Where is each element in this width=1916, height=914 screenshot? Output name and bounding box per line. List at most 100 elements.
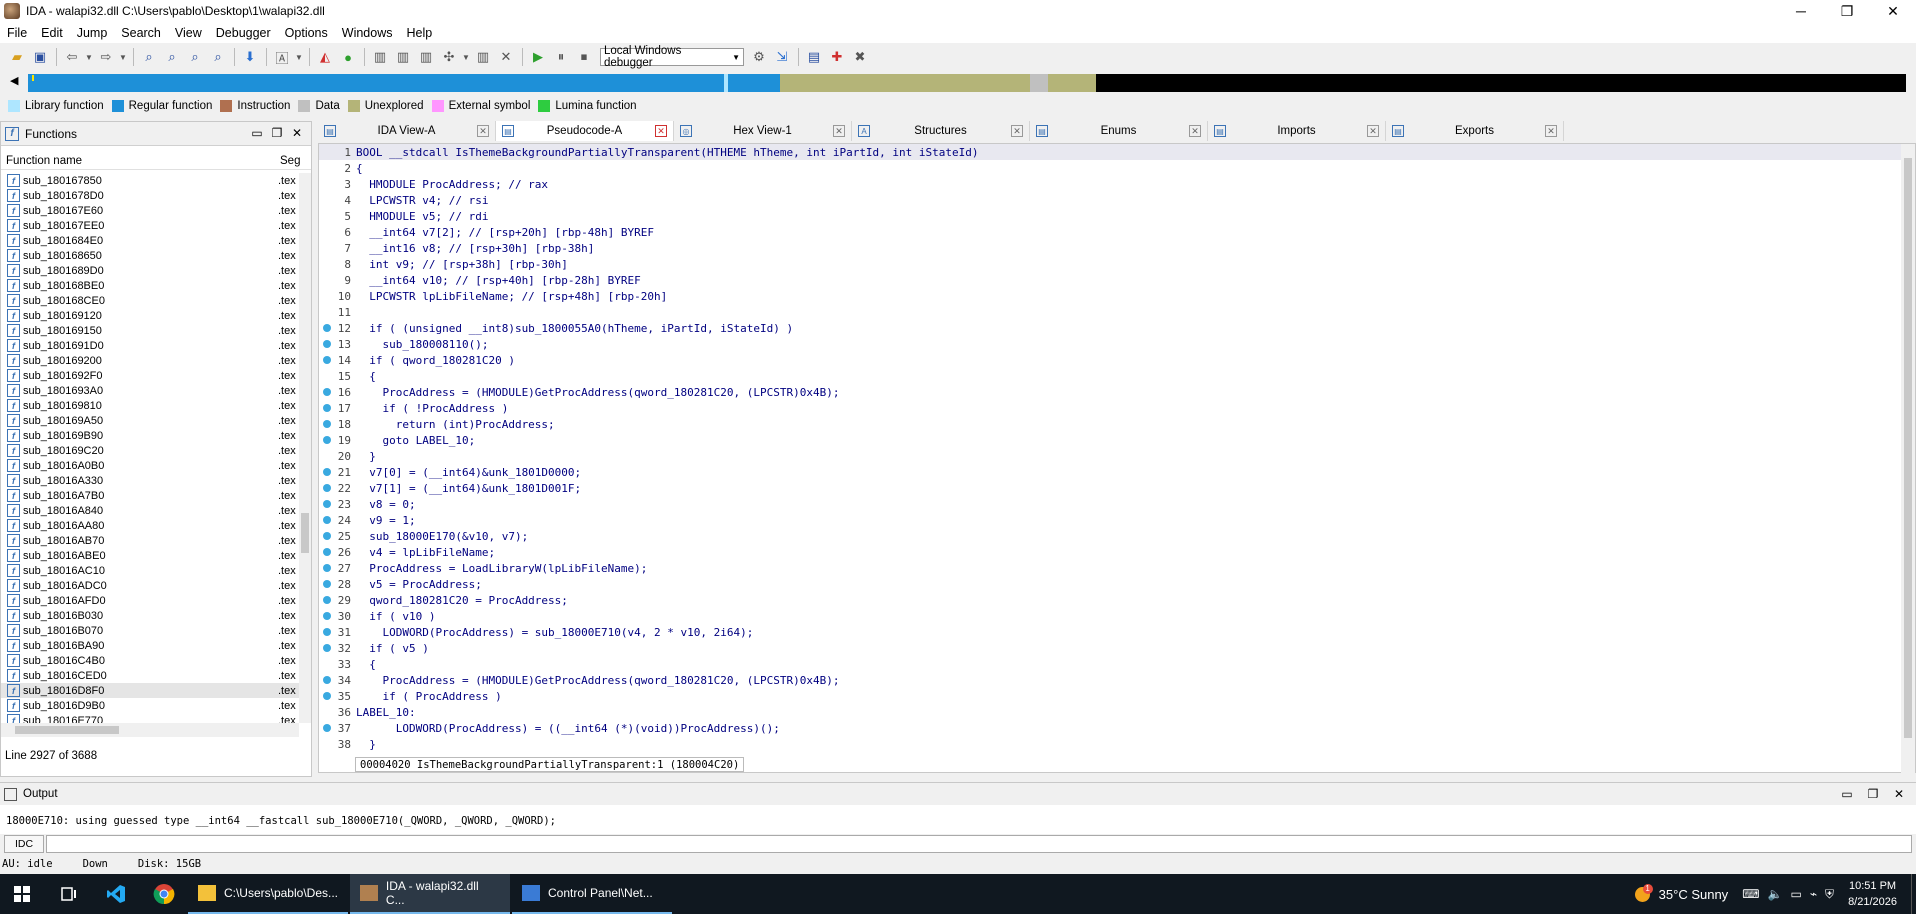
tab-imports[interactable]: ▤ Imports ✕: [1208, 121, 1386, 141]
menu-edit[interactable]: Edit: [34, 26, 70, 40]
breakpoint-dot-icon[interactable]: [319, 468, 335, 476]
search-text-icon[interactable]: ⌕: [161, 47, 183, 67]
function-row[interactable]: f sub_180169A50 .tex: [1, 413, 299, 428]
function-row[interactable]: f sub_18016AC10 .tex: [1, 563, 299, 578]
function-row[interactable]: f sub_180168CE0 .tex: [1, 293, 299, 308]
ime-icon[interactable]: ⌨: [1742, 887, 1759, 901]
function-row[interactable]: f sub_180167E60 .tex: [1, 203, 299, 218]
pseudocode-view[interactable]: 1 BOOL __stdcall IsThemeBackgroundPartial…: [319, 144, 1901, 758]
forward-arrow-icon[interactable]: ⇨: [95, 47, 117, 67]
segment-icon-1[interactable]: ▥: [369, 47, 391, 67]
jump-down-icon[interactable]: ⬇: [239, 47, 261, 67]
function-row[interactable]: f sub_18016AA80 .tex: [1, 518, 299, 533]
graph-icon[interactable]: ◭: [314, 47, 336, 67]
function-row[interactable]: f sub_1801691D0 .tex: [1, 338, 299, 353]
remove-breakpoint-icon[interactable]: ✖: [849, 47, 871, 67]
code-line[interactable]: 16 ProcAddress = (HMODULE)GetProcAddress…: [319, 384, 1901, 400]
tab-close-icon[interactable]: ✕: [477, 125, 489, 137]
tab-pseudocode-a[interactable]: ▤ Pseudocode-A ✕: [496, 121, 674, 141]
column-function-name[interactable]: Function name: [1, 155, 280, 167]
segment-icon-4[interactable]: ✣: [438, 47, 460, 67]
navigation-bar[interactable]: [28, 74, 1906, 92]
code-line[interactable]: 17 if ( !ProcAddress ): [319, 400, 1901, 416]
function-row[interactable]: f sub_180169B90 .tex: [1, 428, 299, 443]
function-row[interactable]: f sub_180169120 .tex: [1, 308, 299, 323]
function-row[interactable]: f sub_18016ABE0 .tex: [1, 548, 299, 563]
breakpoint-dot-icon[interactable]: [319, 500, 335, 508]
code-line[interactable]: 32 if ( v5 ): [319, 640, 1901, 656]
function-row[interactable]: f sub_18016CED0 .tex: [1, 668, 299, 683]
idc-language-button[interactable]: IDC: [4, 835, 44, 853]
stop-debug-icon[interactable]: ⏹: [573, 47, 595, 67]
tab-structures[interactable]: A Structures ✕: [852, 121, 1030, 141]
function-row[interactable]: f sub_1801684E0 .tex: [1, 233, 299, 248]
breakpoint-dot-icon[interactable]: [319, 340, 335, 348]
tab-close-icon[interactable]: ✕: [655, 125, 667, 137]
taskbar-app[interactable]: IDA - walapi32.dll C...: [350, 874, 510, 914]
segment-icon-3[interactable]: ▥: [415, 47, 437, 67]
open-file-icon[interactable]: ▰: [6, 47, 28, 67]
breakpoint-dot-icon[interactable]: [319, 420, 335, 428]
function-row[interactable]: f sub_180169C20 .tex: [1, 443, 299, 458]
function-row[interactable]: f sub_18016BA90 .tex: [1, 638, 299, 653]
tab-hex-view-1[interactable]: ◎ Hex View-1 ✕: [674, 121, 852, 141]
code-line[interactable]: 30 if ( v10 ): [319, 608, 1901, 624]
panel-maximize-icon[interactable]: ▭: [247, 126, 267, 140]
breakpoint-dot-icon[interactable]: [319, 388, 335, 396]
tab-close-icon[interactable]: ✕: [1367, 125, 1379, 137]
function-row[interactable]: f sub_18016A7B0 .tex: [1, 488, 299, 503]
breakpoint-dot-icon[interactable]: [319, 612, 335, 620]
back-arrow-icon[interactable]: ⇦: [61, 47, 83, 67]
code-line[interactable]: 23 v8 = 0;: [319, 496, 1901, 512]
output-maximize-icon[interactable]: ▭: [1834, 787, 1860, 801]
function-row[interactable]: f sub_1801689D0 .tex: [1, 263, 299, 278]
functions-vertical-scrollbar[interactable]: [299, 173, 311, 723]
breakpoint-dot-icon[interactable]: [319, 548, 335, 556]
start-icon[interactable]: [0, 874, 44, 914]
tab-close-icon[interactable]: ✕: [833, 125, 845, 137]
panel-close-icon[interactable]: ✕: [287, 126, 307, 140]
idc-command-input[interactable]: [46, 835, 1912, 853]
menu-file[interactable]: File: [0, 26, 34, 40]
text-view-icon[interactable]: 🄰: [271, 47, 293, 67]
code-line[interactable]: 7 __int16 v8; // [rsp+30h] [rbp-38h]: [319, 240, 1901, 256]
code-line[interactable]: 21 v7[0] = (__int64)&unk_1801D0000;: [319, 464, 1901, 480]
save-icon[interactable]: ▣: [29, 47, 51, 67]
code-line[interactable]: 24 v9 = 1;: [319, 512, 1901, 528]
function-row[interactable]: f sub_18016A330 .tex: [1, 473, 299, 488]
taskbar-app[interactable]: C:\Users\pablo\Des...: [188, 874, 348, 914]
display-icon[interactable]: ▭: [1790, 887, 1801, 901]
clock[interactable]: 10:51 PM 8/21/2026: [1848, 878, 1897, 910]
menu-jump[interactable]: Jump: [70, 26, 115, 40]
tab-ida-view-a[interactable]: ▤ IDA View-A ✕: [318, 121, 496, 141]
breakpoint-dot-icon[interactable]: [319, 644, 335, 652]
segment-dropdown-icon[interactable]: ▼: [461, 47, 471, 67]
menu-options[interactable]: Options: [278, 26, 335, 40]
code-line[interactable]: 9 __int64 v10; // [rsp+40h] [rbp-28h] BY…: [319, 272, 1901, 288]
code-line[interactable]: 26 v4 = lpLibFileName;: [319, 544, 1901, 560]
breakpoint-dot-icon[interactable]: [319, 692, 335, 700]
breakpoint-dot-icon[interactable]: [319, 564, 335, 572]
breakpoint-dot-icon[interactable]: [319, 516, 335, 524]
taskbar-app[interactable]: Control Panel\Net...: [512, 874, 672, 914]
function-row[interactable]: f sub_18016ADC0 .tex: [1, 578, 299, 593]
code-line[interactable]: 6 __int64 v7[2]; // [rsp+20h] [rbp-48h] …: [319, 224, 1901, 240]
code-line[interactable]: 31 LODWORD(ProcAddress) = sub_18000E710(…: [319, 624, 1901, 640]
code-line[interactable]: 29 qword_180281C20 = ProcAddress;: [319, 592, 1901, 608]
search-binary-icon[interactable]: ⌕: [138, 47, 160, 67]
function-row[interactable]: f sub_180168650 .tex: [1, 248, 299, 263]
function-row[interactable]: f sub_18016AFD0 .tex: [1, 593, 299, 608]
breakpoint-dot-icon[interactable]: [319, 404, 335, 412]
code-line[interactable]: 36 LABEL_10:: [319, 704, 1901, 720]
minimize-button[interactable]: ─: [1778, 0, 1824, 22]
security-icon[interactable]: ⛨: [1825, 887, 1834, 902]
debug-options-icon[interactable]: ⚙: [748, 47, 770, 67]
code-line[interactable]: 10 LPCWSTR lpLibFileName; // [rsp+48h] […: [319, 288, 1901, 304]
pause-debug-icon[interactable]: ⏸: [550, 47, 572, 67]
breakpoint-dot-icon[interactable]: [319, 724, 335, 732]
menu-windows[interactable]: Windows: [335, 26, 400, 40]
show-desktop-button[interactable]: [1911, 874, 1916, 914]
code-line[interactable]: 11: [319, 304, 1901, 320]
lumina-icon[interactable]: ●: [337, 47, 359, 67]
code-line[interactable]: 2{: [319, 160, 1901, 176]
